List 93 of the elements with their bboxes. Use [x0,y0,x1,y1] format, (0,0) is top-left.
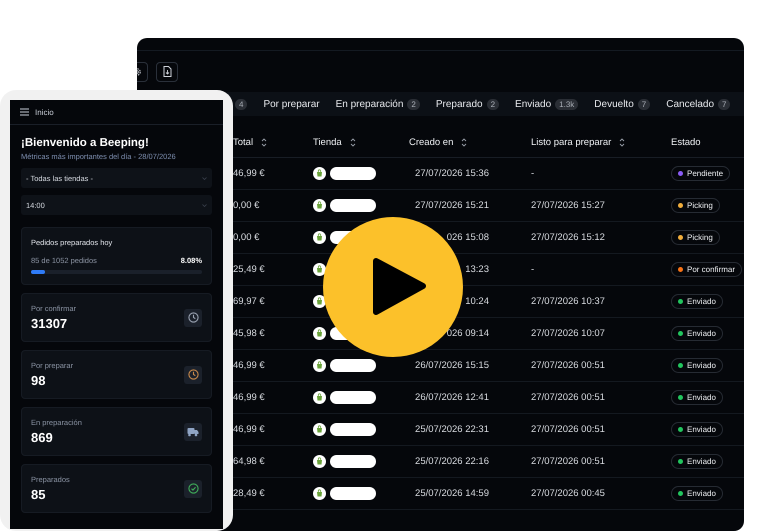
stat-value: 85 [31,487,46,502]
redacted-store-name [330,487,376,500]
status-badge: Picking [671,230,720,245]
status-badge: Enviado [671,326,723,341]
created-cell-text: 27/07/2026 15:36 [414,168,489,179]
ready-cell: 27/07/2026 00:45 [531,488,605,499]
shopping-bag-icon [313,263,326,276]
shopping-bag-icon [313,327,326,340]
total-cell: 46,99 € [233,424,265,435]
created-cell-text: 26/07/2026 12:41 [414,392,489,403]
total-cell: 46,99 € [233,168,265,179]
status-tab[interactable]: Preparado 2 [436,98,500,110]
shopping-bag-icon [313,455,326,468]
status-tab[interactable]: En preparación 2 [336,98,420,110]
ready-cell: - [531,168,534,179]
shopping-bag-icon [313,487,326,500]
created-cell-text: 25/07/2026 14:59 [414,488,489,499]
ready-cell: 27/07/2026 10:07 [531,328,605,339]
redacted-store-name [330,423,376,436]
shopping-bag-icon [313,359,326,372]
redacted-store-name [330,167,376,180]
total-cell: 46,99 € [233,392,265,403]
status-badge: Enviado [671,486,723,501]
total-cell: 0,00 € [233,200,260,211]
total-cell: 28,49 € [233,488,265,499]
column-header[interactable]: Listo para preparar [531,137,612,148]
sort-icon[interactable] [350,138,356,147]
redacted-store-name [330,359,376,372]
status-tab[interactable]: Enviado 1.3k [515,98,578,110]
count-badge: 2 [407,98,420,110]
stat-value: 98 [31,373,46,388]
status-tab[interactable]: Cancelado 7 [666,98,730,110]
count-badge: 7 [718,98,730,110]
column-header[interactable]: Total [233,137,254,148]
column-header[interactable]: Estado [671,137,701,148]
created-cell-text: 13:23 [464,264,489,275]
ready-cell: 27/07/2026 00:51 [531,360,605,371]
shopping-bag-icon [313,231,326,244]
ready-cell: 27/07/2026 15:27 [531,200,605,211]
ready-cell: 27/07/2026 00:51 [531,424,605,435]
created-cell-text: 25/07/2026 22:31 [414,424,489,435]
status-badge: Picking [671,198,720,213]
status-badge: Enviado [671,358,723,373]
status-badge: Pendiente [671,166,730,181]
status-badge: Enviado [671,294,723,309]
status-badge: Por confirmar [671,262,742,277]
shopping-bag-icon [313,423,326,436]
welcome-title: ¡Bienvenido a Beeping! [21,137,150,149]
total-cell: 46,99 € [233,360,265,371]
ready-cell: - [531,264,534,275]
total-cell: 64,98 € [233,456,265,467]
created-cell-text: 10:24 [464,296,489,307]
created-cell-text: 026 15:08 [446,232,489,243]
created-cell-text: 25/07/2026 22:16 [414,456,489,467]
menu-icon[interactable] [20,108,29,116]
created-cell-text: 026 09:14 [446,328,489,339]
page-title: Inicio [35,108,54,116]
total-cell: 69,97 € [233,296,265,307]
column-header[interactable]: Creado en [409,137,454,148]
total-cell: 45,98 € [233,328,265,339]
total-cell: 25,49 € [233,264,265,275]
shopping-bag-icon [313,167,326,180]
redacted-store-name [330,455,376,468]
ready-cell: 27/07/2026 00:51 [531,392,605,403]
created-cell-text: 27/07/2026 15:21 [414,200,489,211]
status-badge: Enviado [671,422,723,437]
shopping-bag-icon [313,391,326,404]
shopping-bag-icon [313,199,326,212]
status-badge: Enviado [671,390,723,405]
chevron-down-icon [202,204,207,206]
created-cell-text: 26/07/2026 15:15 [414,360,489,371]
export-button[interactable] [156,62,178,82]
sort-icon[interactable] [261,138,268,147]
ready-cell: 27/07/2026 00:51 [531,456,605,467]
sort-icon[interactable] [619,138,626,147]
ready-cell: 27/07/2026 10:37 [531,296,605,307]
status-tab[interactable]: Devuelto 7 [594,98,650,110]
stat-value: 31307 [31,316,68,331]
chevron-down-icon [202,176,207,180]
sort-icon[interactable] [461,138,468,147]
count-badge: 7 [638,98,650,110]
redacted-store-name [330,199,376,212]
count-badge: 2 [486,98,500,110]
count-badge: 1.3k [555,98,578,110]
redacted-store-name [330,391,376,404]
status-badge: Enviado [671,454,723,469]
column-header[interactable]: Tienda [313,137,342,148]
file-download-icon [162,66,172,77]
stat-value: 869 [31,430,54,445]
total-cell: 0,00 € [233,232,260,243]
play-button[interactable] [323,217,463,357]
ready-cell: 27/07/2026 15:12 [531,232,605,243]
status-tab[interactable]: Por preparar [263,98,320,110]
